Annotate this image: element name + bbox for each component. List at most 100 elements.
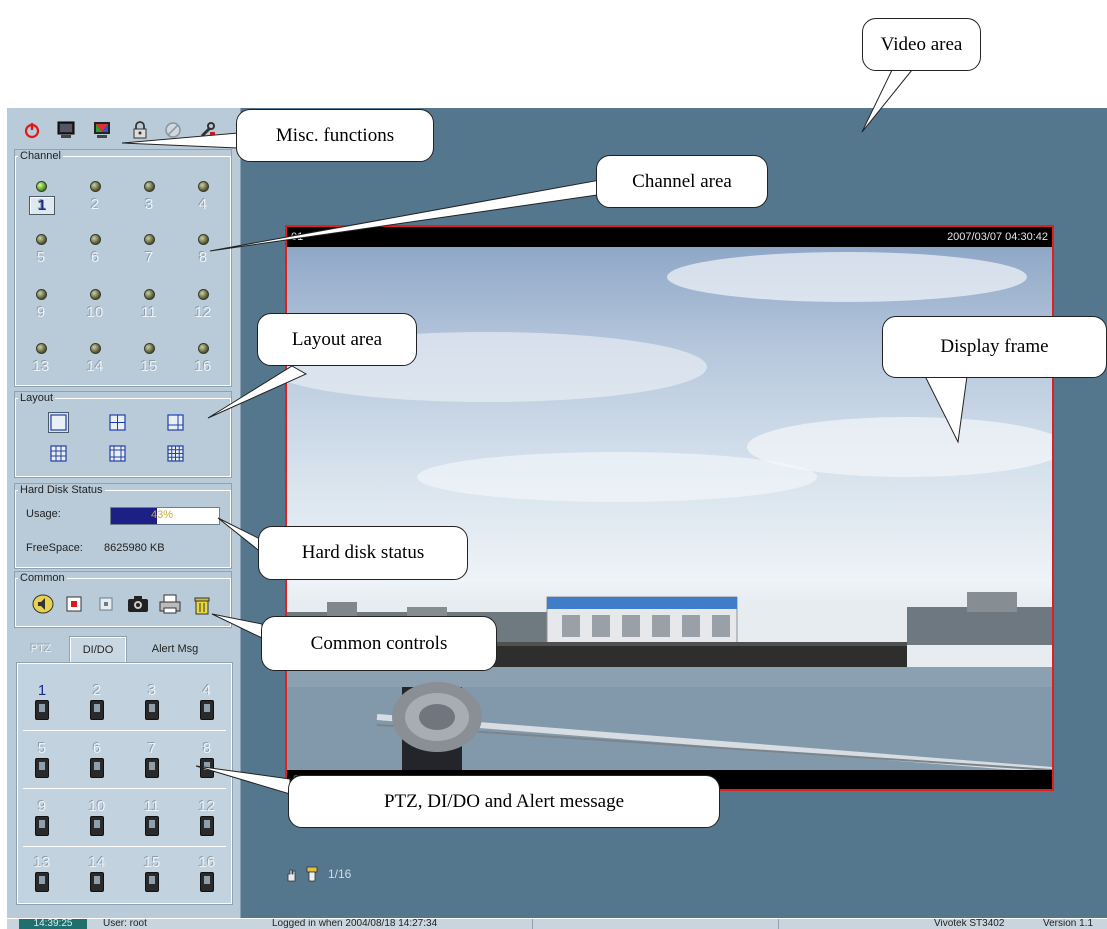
channel-status-led [144,234,155,245]
stop-icon[interactable] [94,593,118,615]
channel-button-11[interactable]: 11 [137,304,161,321]
hard-disk-legend: Hard Disk Status [20,484,103,496]
channel-status-led [90,234,101,245]
disabled-icon[interactable] [163,120,183,140]
channel-status-led [90,343,101,354]
io-device-icon[interactable] [305,866,319,882]
channel-legend: Channel [20,150,61,162]
channel-status-led [198,343,209,354]
channel-button-15[interactable]: 15 [137,358,161,375]
dido-panel: 1 2 3 4 5 6 7 8 9 10 11 12 13 14 15 16 [16,662,233,905]
camera-timestamp: 2007/03/07 04:30:42 [947,231,1048,243]
channel-button-16[interactable]: 16 [191,358,215,375]
layout-2x2-button[interactable] [108,413,127,432]
channel-button-12[interactable]: 12 [191,304,215,321]
dido-switch-2[interactable] [90,700,104,720]
channel-status-led [198,234,209,245]
display-frame[interactable]: 01 2007/03/07 04:30:42 [285,225,1054,791]
channel-button-2[interactable]: 2 [83,196,107,213]
dido-row-divider [23,846,226,847]
channel-button-6[interactable]: 6 [83,249,107,266]
channel-status-led [198,181,209,192]
dido-channel-12: 12 [198,798,216,815]
channel-button-1[interactable]: 1 [29,196,55,215]
channel-status-led [36,289,47,300]
hand-icon[interactable] [285,868,299,882]
channel-status-led [90,289,101,300]
callout-misc-functions: Misc. functions [236,109,434,162]
dido-switch-10[interactable] [90,816,104,836]
channel-button-3[interactable]: 3 [137,196,161,213]
channel-button-5[interactable]: 5 [29,249,53,266]
dido-channel-2: 2 [92,682,102,699]
free-space-label: FreeSpace: [26,542,83,554]
layout-1plus3-button[interactable] [166,413,185,432]
color-icon[interactable] [92,120,112,140]
dido-switch-13[interactable] [35,872,49,892]
callout-common-controls: Common controls [261,616,497,671]
tab-ptz[interactable]: PTZ [22,637,60,661]
dido-channel-13: 13 [33,854,51,871]
dido-switch-11[interactable] [145,816,159,836]
speaker-icon[interactable] [31,593,55,615]
dido-switch-12[interactable] [200,816,214,836]
channel-status-led [144,181,155,192]
layout-1plus8-button[interactable] [108,444,127,463]
dido-channel-3: 3 [147,682,157,699]
tab-dido[interactable]: DI/DO [69,636,127,664]
layout-4x4-button[interactable] [166,444,185,463]
dido-switch-7[interactable] [145,758,159,778]
dido-row-divider [23,788,226,789]
monitor-icon[interactable] [56,120,76,140]
layout-3x3-button[interactable] [49,444,68,463]
lock-icon[interactable] [130,120,150,140]
channel-button-13[interactable]: 13 [29,358,53,375]
channel-button-14[interactable]: 14 [83,358,107,375]
camera-channel-id: 01 [291,231,304,243]
channel-button-7[interactable]: 7 [137,249,161,266]
channel-button-4[interactable]: 4 [191,196,215,213]
layout-1x1-button[interactable] [48,412,69,433]
usage-value: 43% [151,509,174,521]
dido-switch-8[interactable] [200,758,214,778]
dido-switch-16[interactable] [200,872,214,892]
dido-channel-15: 15 [143,854,161,871]
layout-legend: Layout [20,392,54,404]
channel-status-led [198,289,209,300]
dido-switch-9[interactable] [35,816,49,836]
trash-icon[interactable] [190,593,214,615]
dido-channel-6: 6 [92,740,102,757]
dido-channel-4: 4 [202,682,212,699]
dido-channel-9: 9 [37,798,47,815]
dido-channel-5: 5 [37,740,47,757]
status-bar: 14:39:25 User: root Logged in when 2004/… [7,918,1107,929]
dido-switch-5[interactable] [35,758,49,778]
dido-switch-6[interactable] [90,758,104,778]
dido-switch-15[interactable] [145,872,159,892]
channel-button-9[interactable]: 9 [29,304,53,321]
dido-switch-3[interactable] [145,700,159,720]
channel-status-led [36,234,47,245]
camera-header: 01 2007/03/07 04:30:42 [287,227,1052,247]
dido-channel-11: 11 [144,798,160,815]
channel-status-led [36,181,47,192]
callout-display-frame: Display frame [882,316,1107,378]
layout-group: Layout [14,391,232,478]
record-icon[interactable] [62,593,86,615]
channel-button-8[interactable]: 8 [191,249,215,266]
channel-status-led [144,289,155,300]
channel-button-10[interactable]: 10 [83,304,107,321]
tab-alert-msg[interactable]: Alert Msg [142,637,208,661]
dido-switch-4[interactable] [200,700,214,720]
dido-channel-14: 14 [88,854,106,871]
callout-hard-disk-status: Hard disk status [258,526,468,580]
dido-switch-14[interactable] [90,872,104,892]
power-icon[interactable] [22,120,42,140]
callout-channel-area: Channel area [596,155,768,208]
dido-channel-7: 7 [147,740,157,757]
snapshot-camera-icon[interactable] [126,593,150,615]
dido-switch-1[interactable] [35,700,49,720]
channel-status-led [90,181,101,192]
print-icon[interactable] [158,593,182,615]
tools-icon[interactable] [198,120,218,140]
